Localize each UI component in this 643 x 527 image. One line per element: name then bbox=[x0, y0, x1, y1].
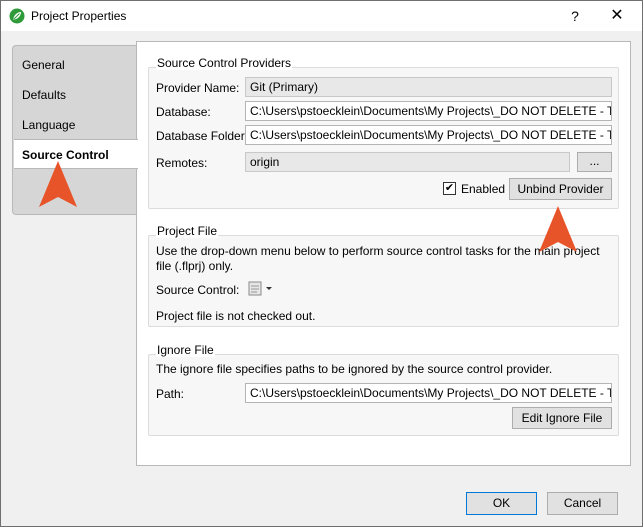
ignore-file-group-title: Ignore File bbox=[156, 343, 215, 357]
enabled-checkbox[interactable]: ✔ bbox=[443, 182, 456, 195]
callout-arrow-icon bbox=[39, 161, 77, 207]
database-field[interactable]: C:\Users\pstoecklein\Documents\My Projec… bbox=[245, 101, 612, 121]
project-file-group-title: Project File bbox=[156, 224, 219, 238]
remotes-field: origin bbox=[245, 152, 570, 172]
window-title: Project Properties bbox=[31, 9, 127, 23]
source-control-label: Source Control: bbox=[156, 283, 240, 297]
database-folder-field[interactable]: C:\Users\pstoecklein\Documents\My Projec… bbox=[245, 125, 612, 145]
project-file-status: Project file is not checked out. bbox=[156, 309, 316, 323]
remotes-browse-button[interactable]: ... bbox=[577, 152, 612, 172]
title-bar: Project Properties ? ✕ bbox=[1, 1, 642, 31]
callout-arrow-icon bbox=[539, 206, 577, 252]
database-folder-label: Database Folder: bbox=[156, 129, 249, 143]
edit-ignore-file-button[interactable]: Edit Ignore File bbox=[512, 407, 612, 429]
help-button[interactable]: ? bbox=[564, 5, 586, 27]
remotes-label: Remotes: bbox=[156, 156, 208, 170]
ignore-path-field[interactable]: C:\Users\pstoecklein\Documents\My Projec… bbox=[245, 383, 612, 403]
unbind-provider-button[interactable]: Unbind Provider bbox=[509, 178, 612, 200]
app-leaf-icon bbox=[9, 8, 25, 24]
provider-name-field: Git (Primary) bbox=[245, 77, 612, 97]
provider-name-label: Provider Name: bbox=[156, 81, 240, 95]
document-dropdown-icon bbox=[248, 281, 272, 296]
database-label: Database: bbox=[156, 105, 211, 119]
providers-group-title: Source Control Providers bbox=[156, 56, 293, 70]
tab-defaults[interactable]: Defaults bbox=[22, 88, 66, 102]
source-control-dropdown[interactable] bbox=[247, 281, 275, 297]
path-label: Path: bbox=[156, 387, 185, 401]
cancel-button[interactable]: Cancel bbox=[547, 492, 618, 515]
enabled-label: Enabled bbox=[461, 182, 506, 196]
tab-language[interactable]: Language bbox=[22, 118, 75, 132]
close-button[interactable]: ✕ bbox=[606, 5, 628, 27]
project-properties-dialog: Project Properties ? ✕ General Defaults … bbox=[0, 0, 643, 527]
tab-general[interactable]: General bbox=[22, 58, 65, 72]
ignore-file-description: The ignore file specifies paths to be ig… bbox=[156, 362, 553, 376]
ok-button[interactable]: OK bbox=[466, 492, 537, 515]
